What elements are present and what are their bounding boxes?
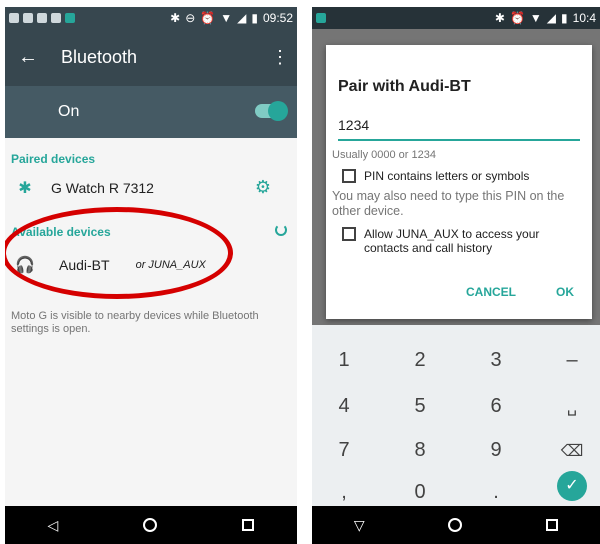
key-2[interactable]: 2 (390, 349, 450, 372)
switch-knob (268, 101, 288, 121)
key-1[interactable]: 1 (314, 349, 374, 372)
dialog-buttons: CANCEL OK (466, 285, 574, 299)
key-7[interactable]: 7 (314, 439, 374, 462)
nav-back-icon[interactable]: ▽ (354, 517, 365, 534)
bluetooth-status-icon: ✱ (170, 11, 181, 25)
app-notification-icon (65, 13, 75, 23)
overflow-menu-icon[interactable]: ⋮ (271, 47, 289, 68)
status-right: ✱ ⊖ ⏰ ▼ ◢ ▮ 09:52 (170, 7, 293, 29)
navigation-bar: ◁ (5, 506, 297, 544)
wifi-icon: ▼ (220, 11, 233, 25)
key-6[interactable]: 6 (466, 395, 526, 418)
nav-home-icon[interactable] (143, 518, 158, 532)
pairing-dialog: Pair with Audi-BT 1234 Usually 0000 or 1… (326, 45, 592, 319)
key-4[interactable]: 4 (314, 395, 374, 418)
toggle-label: On (58, 103, 80, 120)
signal-icon: ◢ (237, 11, 247, 25)
key-5[interactable]: 5 (390, 395, 450, 418)
dnd-icon: ⊖ (185, 11, 196, 25)
pin-letters-option[interactable]: PIN contains letters or symbols (338, 169, 580, 183)
nav-recents-icon[interactable] (242, 519, 255, 531)
bluetooth-icon: ✱ (18, 180, 32, 197)
allow-contacts-checkbox[interactable] (342, 227, 356, 241)
battery-icon: ▮ (251, 11, 258, 25)
signal-icon: ◢ (546, 11, 557, 25)
pin-letters-checkbox[interactable] (342, 169, 356, 183)
device-name: G Watch R 7312 (51, 180, 154, 196)
ok-button[interactable]: OK (556, 285, 574, 299)
key-period[interactable]: . (466, 481, 526, 504)
scanning-spinner-icon (275, 224, 287, 236)
nav-back-icon[interactable]: ◁ (48, 517, 59, 534)
numeric-keypad: 1 2 3 – 4 5 6 ␣ 7 8 9 ⌫ , 0 . ✓ (312, 325, 600, 506)
key-space-icon[interactable]: ␣ (542, 397, 600, 417)
bluetooth-switch[interactable] (255, 101, 288, 121)
navigation-bar: ▽ (312, 506, 600, 544)
notification-icon (9, 13, 19, 23)
done-check-icon[interactable]: ✓ (557, 471, 587, 501)
notification-icons (9, 13, 75, 23)
nav-recents-icon[interactable] (546, 519, 559, 531)
status-bar: ✱ ⊖ ⏰ ▼ ◢ ▮ 09:52 (5, 7, 297, 29)
pin-input[interactable]: 1234 (338, 117, 580, 141)
key-comma[interactable]: , (314, 481, 374, 504)
app-bar: ← Bluetooth ⋮ (5, 29, 297, 86)
pin-letters-label: PIN contains letters or symbols (364, 169, 530, 183)
annotation-ellipse (5, 207, 233, 299)
nav-home-icon[interactable] (448, 518, 463, 532)
bluetooth-status-icon: ✱ (494, 11, 505, 25)
app-notification-icon (316, 13, 326, 23)
key-dash[interactable]: – (542, 349, 600, 372)
pin-note: You may also need to type this PIN on th… (332, 189, 565, 218)
status-time: 10:4 (572, 11, 596, 25)
key-9[interactable]: 9 (466, 439, 526, 462)
cancel-button[interactable]: CANCEL (466, 285, 516, 299)
dialog-title: Pair with Audi-BT (338, 78, 471, 95)
download-icon (51, 13, 61, 23)
gear-icon[interactable]: ⚙ (255, 177, 271, 198)
paired-device-row[interactable]: ✱ G Watch R 7312 ⚙ (5, 166, 297, 210)
wifi-icon: ▼ (529, 11, 542, 25)
battery-icon: ▮ (561, 11, 568, 25)
notification-icon (37, 13, 47, 23)
page-title: Bluetooth (61, 47, 138, 67)
key-3[interactable]: 3 (466, 349, 526, 372)
right-phone-screen: ✱ ⏰ ▼ ◢ ▮ 10:4 Pair with Audi-BT 1234 Us… (312, 7, 600, 544)
back-arrow-icon[interactable]: ← (9, 46, 47, 69)
notification-icon (23, 13, 33, 23)
key-0[interactable]: 0 (390, 481, 450, 504)
paired-devices-header: Paired devices (11, 152, 96, 166)
bluetooth-toggle-row[interactable]: On (5, 86, 297, 138)
allow-contacts-option[interactable]: Allow JUNA_AUX to access your contacts a… (338, 227, 580, 255)
allow-contacts-label: Allow JUNA_AUX to access your contacts a… (364, 227, 540, 255)
left-phone-screen: ✱ ⊖ ⏰ ▼ ◢ ▮ 09:52 ← Bluetooth ⋮ On Paire… (5, 7, 297, 544)
alarm-icon: ⏰ (200, 11, 216, 25)
status-right: ✱ ⏰ ▼ ◢ ▮ 10:4 (495, 7, 596, 29)
status-bar: ✱ ⏰ ▼ ◢ ▮ 10:4 (312, 7, 600, 29)
key-8[interactable]: 8 (390, 439, 450, 462)
key-backspace-icon[interactable]: ⌫ (542, 441, 600, 461)
status-time: 09:52 (262, 11, 293, 25)
pin-hint: Usually 0000 or 1234 (332, 149, 436, 161)
alarm-icon: ⏰ (509, 11, 525, 25)
